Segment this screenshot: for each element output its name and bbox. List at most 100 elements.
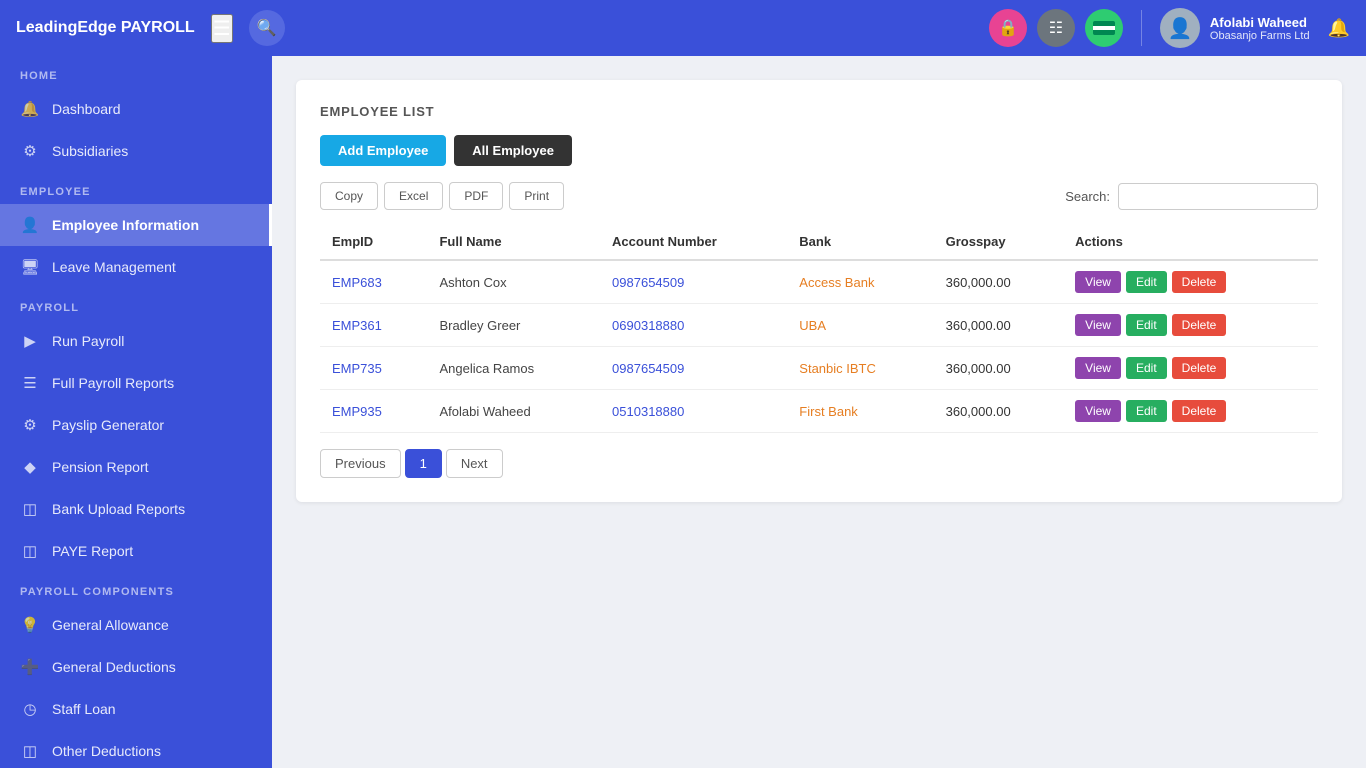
sidebar-item-leave-management[interactable]: 🖥 Leave Management (0, 246, 272, 288)
sidebar-item-paye-report[interactable]: ◫ PAYE Report (0, 530, 272, 572)
sidebar-item-dashboard[interactable]: 🔔 Dashboard (0, 88, 272, 130)
grid-icon-button[interactable]: ☷ (1037, 9, 1075, 47)
sidebar-label-full-payroll-reports: Full Payroll Reports (52, 375, 174, 391)
pdf-button[interactable]: PDF (449, 182, 503, 210)
action-buttons-row: Add Employee All Employee (320, 135, 1318, 166)
sidebar-item-staff-loan[interactable]: ◷ Staff Loan (0, 688, 272, 730)
cell-bank: UBA (787, 304, 933, 347)
view-button-2[interactable]: View (1075, 357, 1121, 379)
pension-icon: ◆ (20, 457, 40, 477)
search-row: Search: (1065, 183, 1318, 210)
sidebar-item-employee-information[interactable]: 👤 Employee Information (0, 204, 272, 246)
sidebar-label-run-payroll: Run Payroll (52, 333, 124, 349)
page-title: EMPLOYEE LIST (320, 104, 1318, 119)
table-toolbar: Copy Excel PDF Print Search: (320, 182, 1318, 210)
hamburger-button[interactable]: ☰ (211, 14, 233, 43)
view-button-0[interactable]: View (1075, 271, 1121, 293)
sidebar: HOME 🔔 Dashboard ⚙ Subsidiaries EMPLOYEE… (0, 56, 272, 768)
sidebar-label-dashboard: Dashboard (52, 101, 121, 117)
edit-button-3[interactable]: Edit (1126, 400, 1167, 422)
delete-button-3[interactable]: Delete (1172, 400, 1227, 422)
pagination: Previous 1 Next (320, 449, 1318, 478)
cell-grosspay: 360,000.00 (934, 260, 1064, 304)
app-brand: LeadingEdge PAYROLL (16, 19, 195, 37)
sidebar-section-home: HOME (0, 56, 272, 88)
sidebar-item-bank-upload-reports[interactable]: ◫ Bank Upload Reports (0, 488, 272, 530)
cell-empid: EMP683 (320, 260, 427, 304)
print-button[interactable]: Print (509, 182, 564, 210)
edit-button-1[interactable]: Edit (1126, 314, 1167, 336)
sidebar-section-employee: EMPLOYEE (0, 172, 272, 204)
layout: HOME 🔔 Dashboard ⚙ Subsidiaries EMPLOYEE… (0, 56, 1366, 768)
previous-page-button[interactable]: Previous (320, 449, 401, 478)
sidebar-item-pension-report[interactable]: ◆ Pension Report (0, 446, 272, 488)
search-button[interactable]: 🔍 (249, 10, 285, 46)
paye-icon: ◫ (20, 541, 40, 561)
cell-bank: First Bank (787, 390, 933, 433)
cell-bank: Stanbic IBTC (787, 347, 933, 390)
delete-button-1[interactable]: Delete (1172, 314, 1227, 336)
cell-empid: EMP361 (320, 304, 427, 347)
add-employee-button[interactable]: Add Employee (320, 135, 446, 166)
delete-button-2[interactable]: Delete (1172, 357, 1227, 379)
col-empid: EmpID (320, 224, 427, 260)
cell-account: 0510318880 (600, 390, 787, 433)
lock-icon-button[interactable]: 🔒 (989, 9, 1027, 47)
general-deductions-icon: ➕ (20, 657, 40, 677)
general-allowance-icon: 💡 (20, 615, 40, 635)
run-payroll-icon: ▶ (20, 331, 40, 351)
subsidiaries-icon: ⚙ (20, 141, 40, 161)
search-input[interactable] (1118, 183, 1318, 210)
cell-fullname: Afolabi Waheed (427, 390, 600, 433)
edit-button-2[interactable]: Edit (1126, 357, 1167, 379)
sidebar-label-other-deductions: Other Deductions (52, 743, 161, 759)
flag-icon-button[interactable] (1085, 9, 1123, 47)
cell-grosspay: 360,000.00 (934, 390, 1064, 433)
employee-info-icon: 👤 (20, 215, 40, 235)
sidebar-label-general-deductions: General Deductions (52, 659, 176, 675)
sidebar-label-staff-loan: Staff Loan (52, 701, 116, 717)
user-name: Afolabi Waheed (1210, 15, 1310, 30)
other-deductions-icon: ◫ (20, 741, 40, 761)
payslip-icon: ⚙ (20, 415, 40, 435)
sidebar-label-leave-management: Leave Management (52, 259, 176, 275)
leave-management-icon: 🖥 (20, 257, 40, 277)
excel-button[interactable]: Excel (384, 182, 443, 210)
sidebar-item-payslip-generator[interactable]: ⚙ Payslip Generator (0, 404, 272, 446)
col-account: Account Number (600, 224, 787, 260)
sidebar-item-other-deductions[interactable]: ◫ Other Deductions (0, 730, 272, 768)
col-fullname: Full Name (427, 224, 600, 260)
edit-button-0[interactable]: Edit (1126, 271, 1167, 293)
main-content: EMPLOYEE LIST Add Employee All Employee … (272, 56, 1366, 768)
payroll-reports-icon: ☰ (20, 373, 40, 393)
sidebar-section-payroll: PAYROLL (0, 288, 272, 320)
table-row: EMP683 Ashton Cox 0987654509 Access Bank… (320, 260, 1318, 304)
staff-loan-icon: ◷ (20, 699, 40, 719)
employee-list-card: EMPLOYEE LIST Add Employee All Employee … (296, 80, 1342, 502)
cell-bank: Access Bank (787, 260, 933, 304)
table-row: EMP935 Afolabi Waheed 0510318880 First B… (320, 390, 1318, 433)
sidebar-item-subsidiaries[interactable]: ⚙ Subsidiaries (0, 130, 272, 172)
cell-grosspay: 360,000.00 (934, 347, 1064, 390)
sidebar-label-payslip-generator: Payslip Generator (52, 417, 164, 433)
delete-button-0[interactable]: Delete (1172, 271, 1227, 293)
cell-account: 0987654509 (600, 260, 787, 304)
col-bank: Bank (787, 224, 933, 260)
user-menu[interactable]: 👤 Afolabi Waheed Obasanjo Farms Ltd (1160, 8, 1310, 48)
sidebar-label-employee-information: Employee Information (52, 217, 199, 233)
cell-empid: EMP935 (320, 390, 427, 433)
next-page-button[interactable]: Next (446, 449, 503, 478)
bell-icon[interactable]: 🔔 (1328, 18, 1350, 39)
all-employee-button[interactable]: All Employee (454, 135, 572, 166)
sidebar-item-general-deductions[interactable]: ➕ General Deductions (0, 646, 272, 688)
cell-fullname: Ashton Cox (427, 260, 600, 304)
sidebar-item-general-allowance[interactable]: 💡 General Allowance (0, 604, 272, 646)
view-button-1[interactable]: View (1075, 314, 1121, 336)
sidebar-item-run-payroll[interactable]: ▶ Run Payroll (0, 320, 272, 362)
copy-button[interactable]: Copy (320, 182, 378, 210)
view-button-3[interactable]: View (1075, 400, 1121, 422)
sidebar-label-paye-report: PAYE Report (52, 543, 133, 559)
page-1-button[interactable]: 1 (405, 449, 442, 478)
sidebar-item-full-payroll-reports[interactable]: ☰ Full Payroll Reports (0, 362, 272, 404)
cell-empid: EMP735 (320, 347, 427, 390)
